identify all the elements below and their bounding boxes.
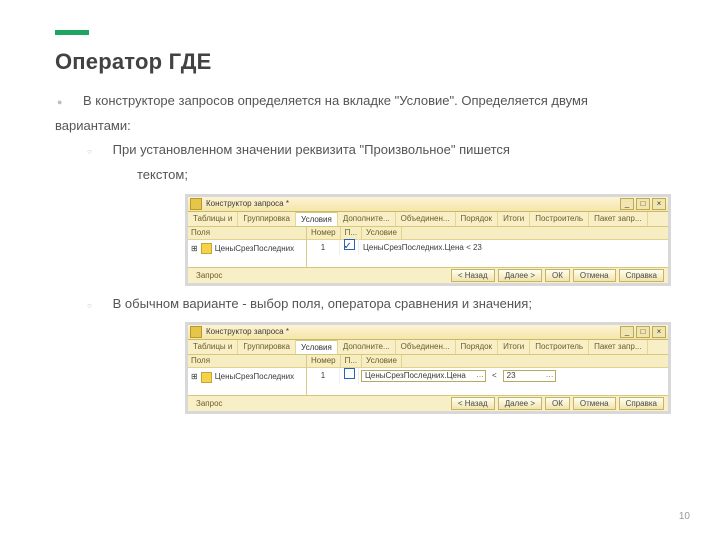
tab[interactable]: Построитель bbox=[530, 212, 589, 226]
table-icon bbox=[201, 372, 212, 383]
tab[interactable]: Дополните... bbox=[338, 212, 396, 226]
back-button[interactable]: < Назад bbox=[451, 397, 495, 410]
fields-pane: Поля ⊞ ЦеныСрезПоследних bbox=[188, 227, 307, 267]
button-bar: Запрос < Назад Далее > ОК Отмена Справка bbox=[188, 267, 668, 283]
tab-bar: Таблицы и Группировка Условия Дополните.… bbox=[188, 340, 668, 355]
fields-header: Поля bbox=[188, 355, 306, 368]
window-icon bbox=[190, 198, 202, 210]
list-item: В обычном варианте - выбор поля, операто… bbox=[109, 292, 665, 415]
bullet-list: В конструкторе запросов определяется на … bbox=[55, 89, 665, 414]
window-controls: _ □ × bbox=[620, 326, 666, 338]
tab[interactable]: Таблицы и bbox=[188, 212, 238, 226]
tab[interactable]: Пакет запр... bbox=[589, 340, 647, 354]
page-title: Оператор ГДЕ bbox=[55, 49, 665, 75]
query-label[interactable]: Запрос bbox=[192, 396, 223, 411]
help-button[interactable]: Справка bbox=[619, 397, 664, 410]
minimize-button[interactable]: _ bbox=[620, 326, 634, 338]
tab[interactable]: Построитель bbox=[530, 340, 589, 354]
col-number: Номер bbox=[307, 227, 341, 239]
tab-conditions[interactable]: Условия bbox=[296, 340, 338, 354]
close-button[interactable]: × bbox=[652, 326, 666, 338]
condition-field-picker[interactable]: ЦеныСрезПоследних.Цена bbox=[361, 370, 486, 382]
condition-operator[interactable]: < bbox=[488, 368, 501, 383]
ok-button[interactable]: ОК bbox=[545, 269, 570, 282]
arbitrary-checkbox[interactable] bbox=[344, 239, 355, 250]
condition-row[interactable]: 1 ЦеныСрезПоследних.Цена < 23 bbox=[307, 240, 668, 254]
field-name: ЦеныСрезПоследних bbox=[215, 369, 294, 384]
col-condition: Условие bbox=[362, 355, 402, 367]
bullet-text: При установленном значении реквизита "Пр… bbox=[113, 142, 510, 157]
bullet-text: В обычном варианте - выбор поля, операто… bbox=[113, 296, 532, 311]
table-icon bbox=[201, 243, 212, 254]
maximize-button[interactable]: □ bbox=[636, 326, 650, 338]
tab[interactable]: Группировка bbox=[238, 340, 296, 354]
cancel-button[interactable]: Отмена bbox=[573, 397, 616, 410]
expand-icon[interactable]: ⊞ bbox=[191, 241, 198, 256]
col-number: Номер bbox=[307, 355, 341, 367]
field-row[interactable]: ⊞ ЦеныСрезПоследних bbox=[188, 368, 306, 385]
close-button[interactable]: × bbox=[652, 198, 666, 210]
bullet-text: текстом; bbox=[137, 167, 188, 182]
query-builder-window: Конструктор запроса * _ □ × Таблицы и Гр… bbox=[185, 322, 671, 414]
button-bar: Запрос < Назад Далее > ОК Отмена Справка bbox=[188, 395, 668, 411]
cancel-button[interactable]: Отмена bbox=[573, 269, 616, 282]
tab[interactable]: Порядок bbox=[456, 340, 499, 354]
conditions-pane: Номер П... Условие 1 ЦеныСрезПоследних.Ц… bbox=[307, 227, 668, 267]
condition-row[interactable]: 1 ЦеныСрезПоследних.Цена < 23 bbox=[307, 368, 668, 382]
tab[interactable]: Группировка bbox=[238, 212, 296, 226]
minimize-button[interactable]: _ bbox=[620, 198, 634, 210]
fields-header: Поля bbox=[188, 227, 306, 240]
window-icon bbox=[190, 326, 202, 338]
conditions-pane: Номер П... Условие 1 ЦеныСрезПоследних.Ц… bbox=[307, 355, 668, 395]
col-condition: Условие bbox=[362, 227, 402, 239]
help-button[interactable]: Справка bbox=[619, 269, 664, 282]
window-title: Конструктор запроса * bbox=[206, 325, 289, 339]
back-button[interactable]: < Назад bbox=[451, 269, 495, 282]
expand-icon[interactable]: ⊞ bbox=[191, 369, 198, 384]
condition-builder: ЦеныСрезПоследних.Цена < 23 bbox=[359, 368, 668, 383]
accent-bar bbox=[55, 30, 89, 35]
tab[interactable]: Дополните... bbox=[338, 340, 396, 354]
condition-text[interactable]: ЦеныСрезПоследних.Цена < 23 bbox=[359, 240, 668, 255]
query-builder-window: Конструктор запроса * _ □ × Таблицы и Гр… bbox=[185, 194, 671, 286]
col-arbitrary: П... bbox=[341, 355, 362, 367]
tab-bar: Таблицы и Группировка Условия Дополните.… bbox=[188, 212, 668, 227]
tab[interactable]: Объединен... bbox=[396, 340, 456, 354]
tab[interactable]: Порядок bbox=[456, 212, 499, 226]
field-name: ЦеныСрезПоследних bbox=[215, 241, 294, 256]
next-button[interactable]: Далее > bbox=[498, 397, 542, 410]
query-label[interactable]: Запрос bbox=[192, 268, 223, 283]
window-controls: _ □ × bbox=[620, 198, 666, 210]
bullet-text: В конструкторе запросов определяется на … bbox=[55, 93, 588, 133]
tab[interactable]: Пакет запр... bbox=[589, 212, 647, 226]
list-item: При установленном значении реквизита "Пр… bbox=[109, 138, 665, 285]
fields-pane: Поля ⊞ ЦеныСрезПоследних bbox=[188, 355, 307, 395]
tab[interactable]: Объединен... bbox=[396, 212, 456, 226]
window-title: Конструктор запроса * bbox=[206, 197, 289, 211]
field-row[interactable]: ⊞ ЦеныСрезПоследних bbox=[188, 240, 306, 257]
row-number: 1 bbox=[307, 368, 340, 383]
tab[interactable]: Таблицы и bbox=[188, 340, 238, 354]
ok-button[interactable]: ОК bbox=[545, 397, 570, 410]
maximize-button[interactable]: □ bbox=[636, 198, 650, 210]
window-titlebar: Конструктор запроса * _ □ × bbox=[188, 325, 668, 340]
condition-value-input[interactable]: 23 bbox=[503, 370, 556, 382]
list-item: В конструкторе запросов определяется на … bbox=[55, 89, 665, 414]
arbitrary-checkbox[interactable] bbox=[344, 368, 355, 379]
page-number: 10 bbox=[679, 511, 690, 522]
tab[interactable]: Итоги bbox=[498, 340, 530, 354]
next-button[interactable]: Далее > bbox=[498, 269, 542, 282]
tab-conditions[interactable]: Условия bbox=[296, 212, 338, 226]
window-titlebar: Конструктор запроса * _ □ × bbox=[188, 197, 668, 212]
tab[interactable]: Итоги bbox=[498, 212, 530, 226]
row-number: 1 bbox=[307, 240, 340, 255]
